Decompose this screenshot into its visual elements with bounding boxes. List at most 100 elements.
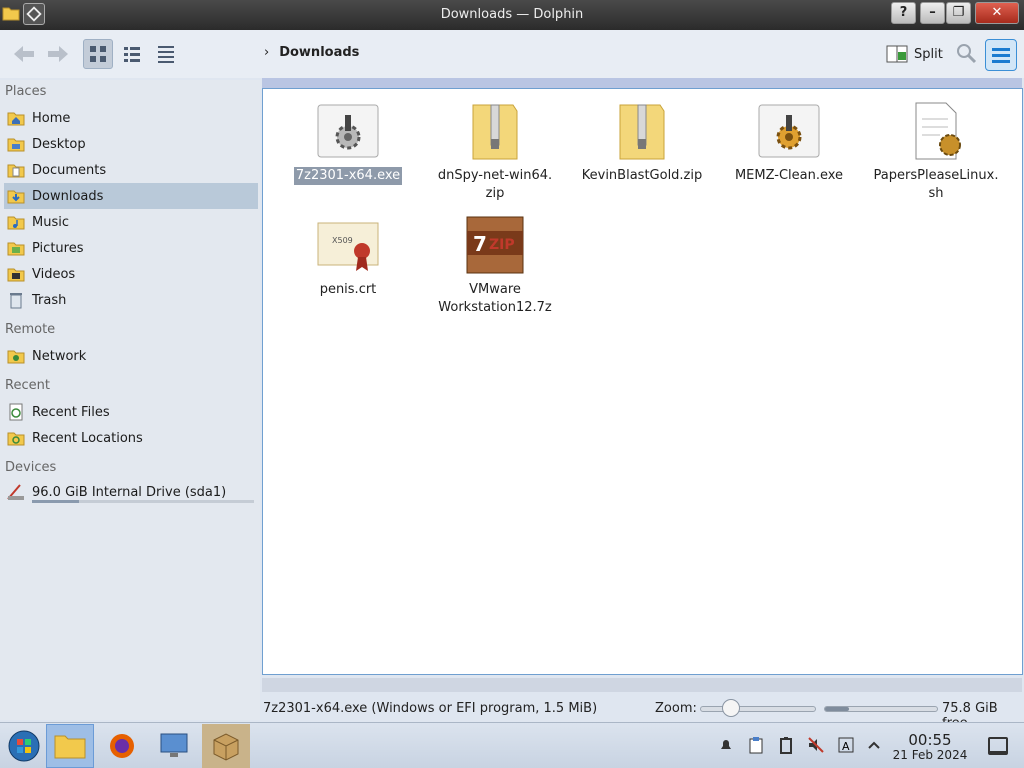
split-button[interactable]: Split	[886, 40, 943, 68]
start-menu-button[interactable]	[0, 724, 48, 768]
file-view[interactable]: 7z2301-x64.exe dnSpy-net-win64. zip KevinB…	[262, 88, 1023, 675]
show-desktop-button[interactable]	[988, 737, 1008, 755]
free-space-bar	[824, 706, 938, 712]
sidebar-item-downloads[interactable]: Downloads	[4, 183, 258, 209]
chevron-right-icon: ›	[264, 45, 270, 60]
zoom-slider-handle[interactable]	[722, 699, 740, 717]
sidebar-item-music[interactable]: Music	[4, 209, 258, 235]
sidebar-item-documents[interactable]: Documents	[4, 157, 258, 183]
file-name: KevinBlastGold.zip	[581, 168, 703, 183]
input-method-icon[interactable]: A	[836, 735, 856, 755]
minimize-button[interactable]: –	[920, 2, 945, 24]
file-name: penis.crt	[319, 282, 377, 297]
info-strip	[262, 78, 1022, 88]
file-item[interactable]: KevinBlastGold.zip	[572, 99, 712, 185]
sidebar-item-videos[interactable]: Videos	[4, 261, 258, 287]
sidebar-item-home[interactable]: Home	[4, 105, 258, 131]
hamburger-menu-button[interactable]	[985, 39, 1017, 71]
compact-view-button[interactable]	[117, 39, 147, 69]
volume-muted-icon[interactable]	[806, 735, 826, 755]
clock-date[interactable]: 21 Feb 2024	[888, 748, 972, 762]
icons-view-button[interactable]	[83, 39, 113, 69]
taskbar-archive-app[interactable]	[202, 724, 250, 768]
taskbar-system-settings[interactable]	[150, 724, 198, 768]
file-item[interactable]: dnSpy-net-win64. zip	[425, 99, 565, 203]
sidebar-item-desktop[interactable]: Desktop	[4, 131, 258, 157]
taskbar-dolphin[interactable]	[46, 724, 94, 768]
sidebar-item-pictures[interactable]: Pictures	[4, 235, 258, 261]
taskbar-firefox[interactable]	[98, 724, 146, 768]
pictures-folder-icon	[6, 238, 26, 258]
battery-icon[interactable]	[776, 735, 796, 755]
selection-status: 7z2301-x64.exe (Windows or EFI program, …	[263, 701, 598, 716]
recent-files-icon	[6, 402, 26, 422]
zoom-slider[interactable]	[700, 706, 816, 712]
package-icon	[213, 733, 239, 761]
desktop-folder-icon	[6, 134, 26, 154]
file-item[interactable]: X509 penis.crt	[278, 213, 418, 299]
title-bar[interactable]: Downloads — Dolphin ? – ❐ ✕	[0, 0, 1024, 30]
list-view-icon	[124, 47, 140, 62]
devices-header: Devices	[5, 460, 57, 475]
music-folder-icon	[6, 212, 26, 232]
certificate-icon: X509	[278, 213, 418, 277]
status-bar: 7z2301-x64.exe (Windows or EFI program, …	[262, 698, 1024, 731]
chevron-up-icon[interactable]	[864, 735, 884, 755]
folder-icon	[54, 735, 86, 759]
file-item[interactable]: 7 ZIP VMware Workstation12.7z	[425, 213, 565, 317]
sidebar-item-trash[interactable]: Trash	[4, 287, 258, 313]
sidebar-item-network[interactable]: Network	[4, 343, 258, 369]
horizontal-strip	[262, 678, 1022, 692]
recent-header: Recent	[5, 378, 50, 393]
breadcrumb-item-downloads[interactable]: Downloads	[279, 45, 359, 60]
file-item[interactable]: 7z2301-x64.exe	[278, 99, 418, 185]
notifications-icon[interactable]	[716, 735, 736, 755]
file-item[interactable]: MEMZ-Clean.exe	[719, 99, 859, 185]
window-title: Downloads — Dolphin	[440, 7, 584, 22]
clipboard-icon[interactable]	[746, 735, 766, 755]
recent-locations-icon	[6, 428, 26, 448]
drive-icon	[6, 482, 26, 502]
svg-text:X509: X509	[332, 236, 353, 245]
file-name: dnSpy-net-win64. zip	[437, 168, 553, 201]
breadcrumb[interactable]: › Downloads	[264, 45, 359, 60]
videos-folder-icon	[6, 264, 26, 284]
start-orb-icon	[8, 730, 40, 762]
svg-text:7: 7	[473, 232, 487, 256]
network-folder-icon	[6, 346, 26, 366]
hamburger-icon	[992, 47, 1010, 51]
sidebar-item-recent-files[interactable]: Recent Files	[4, 399, 258, 425]
exe-gear-icon	[719, 99, 859, 163]
drive-usage-bar	[32, 500, 254, 503]
zoom-label: Zoom:	[655, 701, 697, 716]
7zip-archive-icon: 7 ZIP	[425, 213, 565, 277]
file-name: PapersPleaseLinux. sh	[873, 168, 999, 201]
maximize-button[interactable]: ❐	[946, 2, 971, 24]
monitor-settings-icon	[160, 733, 188, 757]
sidebar-item-recent-locations[interactable]: Recent Locations	[4, 425, 258, 451]
trash-icon	[6, 290, 26, 310]
details-view-button[interactable]	[151, 39, 181, 69]
file-name: MEMZ-Clean.exe	[734, 168, 844, 183]
arrow-right-icon	[48, 46, 68, 62]
arrow-left-icon	[14, 46, 34, 62]
exe-gear-icon	[278, 99, 418, 163]
search-button[interactable]	[955, 42, 977, 64]
file-item[interactable]: PapersPleaseLinux. sh	[866, 99, 1006, 203]
toolbar: › Downloads Split	[0, 30, 1024, 78]
search-icon	[957, 44, 977, 64]
file-name: 7z2301-x64.exe	[293, 167, 403, 185]
clock-time[interactable]: 00:55	[900, 731, 960, 749]
home-folder-icon	[6, 108, 26, 128]
close-button[interactable]: ✕	[975, 2, 1019, 24]
zip-folder-icon	[572, 99, 712, 163]
forward-button[interactable]	[44, 39, 72, 69]
firefox-icon	[110, 734, 134, 758]
split-label: Split	[914, 46, 943, 62]
places-header: Places	[5, 84, 47, 99]
back-button[interactable]	[10, 39, 38, 69]
help-button[interactable]: ?	[891, 2, 916, 24]
file-name: VMware Workstation12.7z	[438, 282, 552, 315]
grid-view-icon	[90, 46, 106, 62]
documents-folder-icon	[6, 160, 26, 180]
